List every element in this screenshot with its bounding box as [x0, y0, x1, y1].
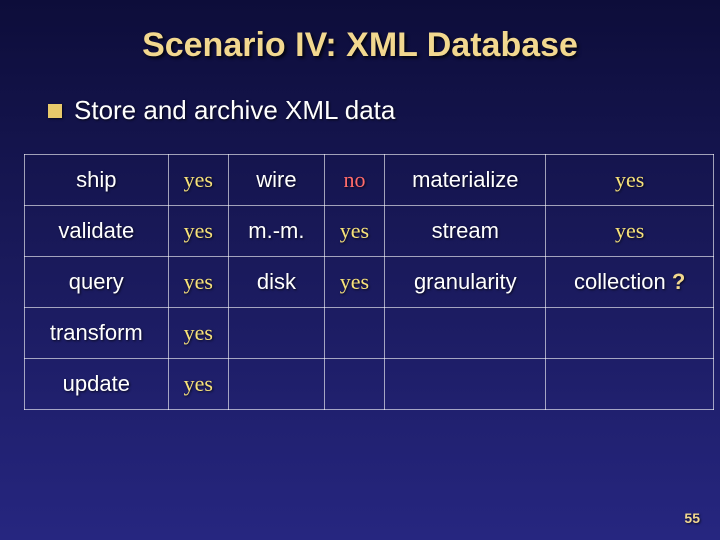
cell-label: disk [229, 257, 325, 308]
cell-value: yes [546, 206, 714, 257]
cell-value: yes [168, 155, 229, 206]
table-row: validate yes m.-m. yes stream yes [25, 206, 714, 257]
cell-value: collection ? [546, 257, 714, 308]
cell-value [546, 359, 714, 410]
cell-label: transform [25, 308, 169, 359]
cell-value [324, 308, 385, 359]
slide-title: Scenario IV: XML Database [24, 26, 696, 65]
table-row: transform yes [25, 308, 714, 359]
cell-label: granularity [385, 257, 546, 308]
cell-label: stream [385, 206, 546, 257]
bullet-text: Store and archive XML data [74, 95, 395, 126]
cell-label: query [25, 257, 169, 308]
table-row: query yes disk yes granularity collectio… [25, 257, 714, 308]
cell-label [385, 308, 546, 359]
cell-value-text: collection [574, 269, 666, 294]
cell-label: ship [25, 155, 169, 206]
cell-label: materialize [385, 155, 546, 206]
cell-value [324, 359, 385, 410]
cell-value: no [324, 155, 385, 206]
table-row: update yes [25, 359, 714, 410]
cell-label: m.-m. [229, 206, 325, 257]
cell-value: yes [168, 257, 229, 308]
cell-value: yes [168, 206, 229, 257]
cell-value: yes [324, 257, 385, 308]
cell-label: update [25, 359, 169, 410]
cell-label [385, 359, 546, 410]
cell-label: validate [25, 206, 169, 257]
cell-value [546, 308, 714, 359]
page-number: 55 [684, 510, 700, 526]
table-row: ship yes wire no materialize yes [25, 155, 714, 206]
bullet-row: Store and archive XML data [48, 95, 696, 126]
cell-value: yes [168, 308, 229, 359]
question-mark: ? [672, 269, 685, 294]
cell-value: yes [324, 206, 385, 257]
bullet-icon [48, 104, 62, 118]
slide: Scenario IV: XML Database Store and arch… [0, 0, 720, 540]
data-table: ship yes wire no materialize yes validat… [24, 154, 714, 410]
cell-value: yes [546, 155, 714, 206]
cell-label [229, 308, 325, 359]
cell-label [229, 359, 325, 410]
cell-label: wire [229, 155, 325, 206]
cell-value: yes [168, 359, 229, 410]
